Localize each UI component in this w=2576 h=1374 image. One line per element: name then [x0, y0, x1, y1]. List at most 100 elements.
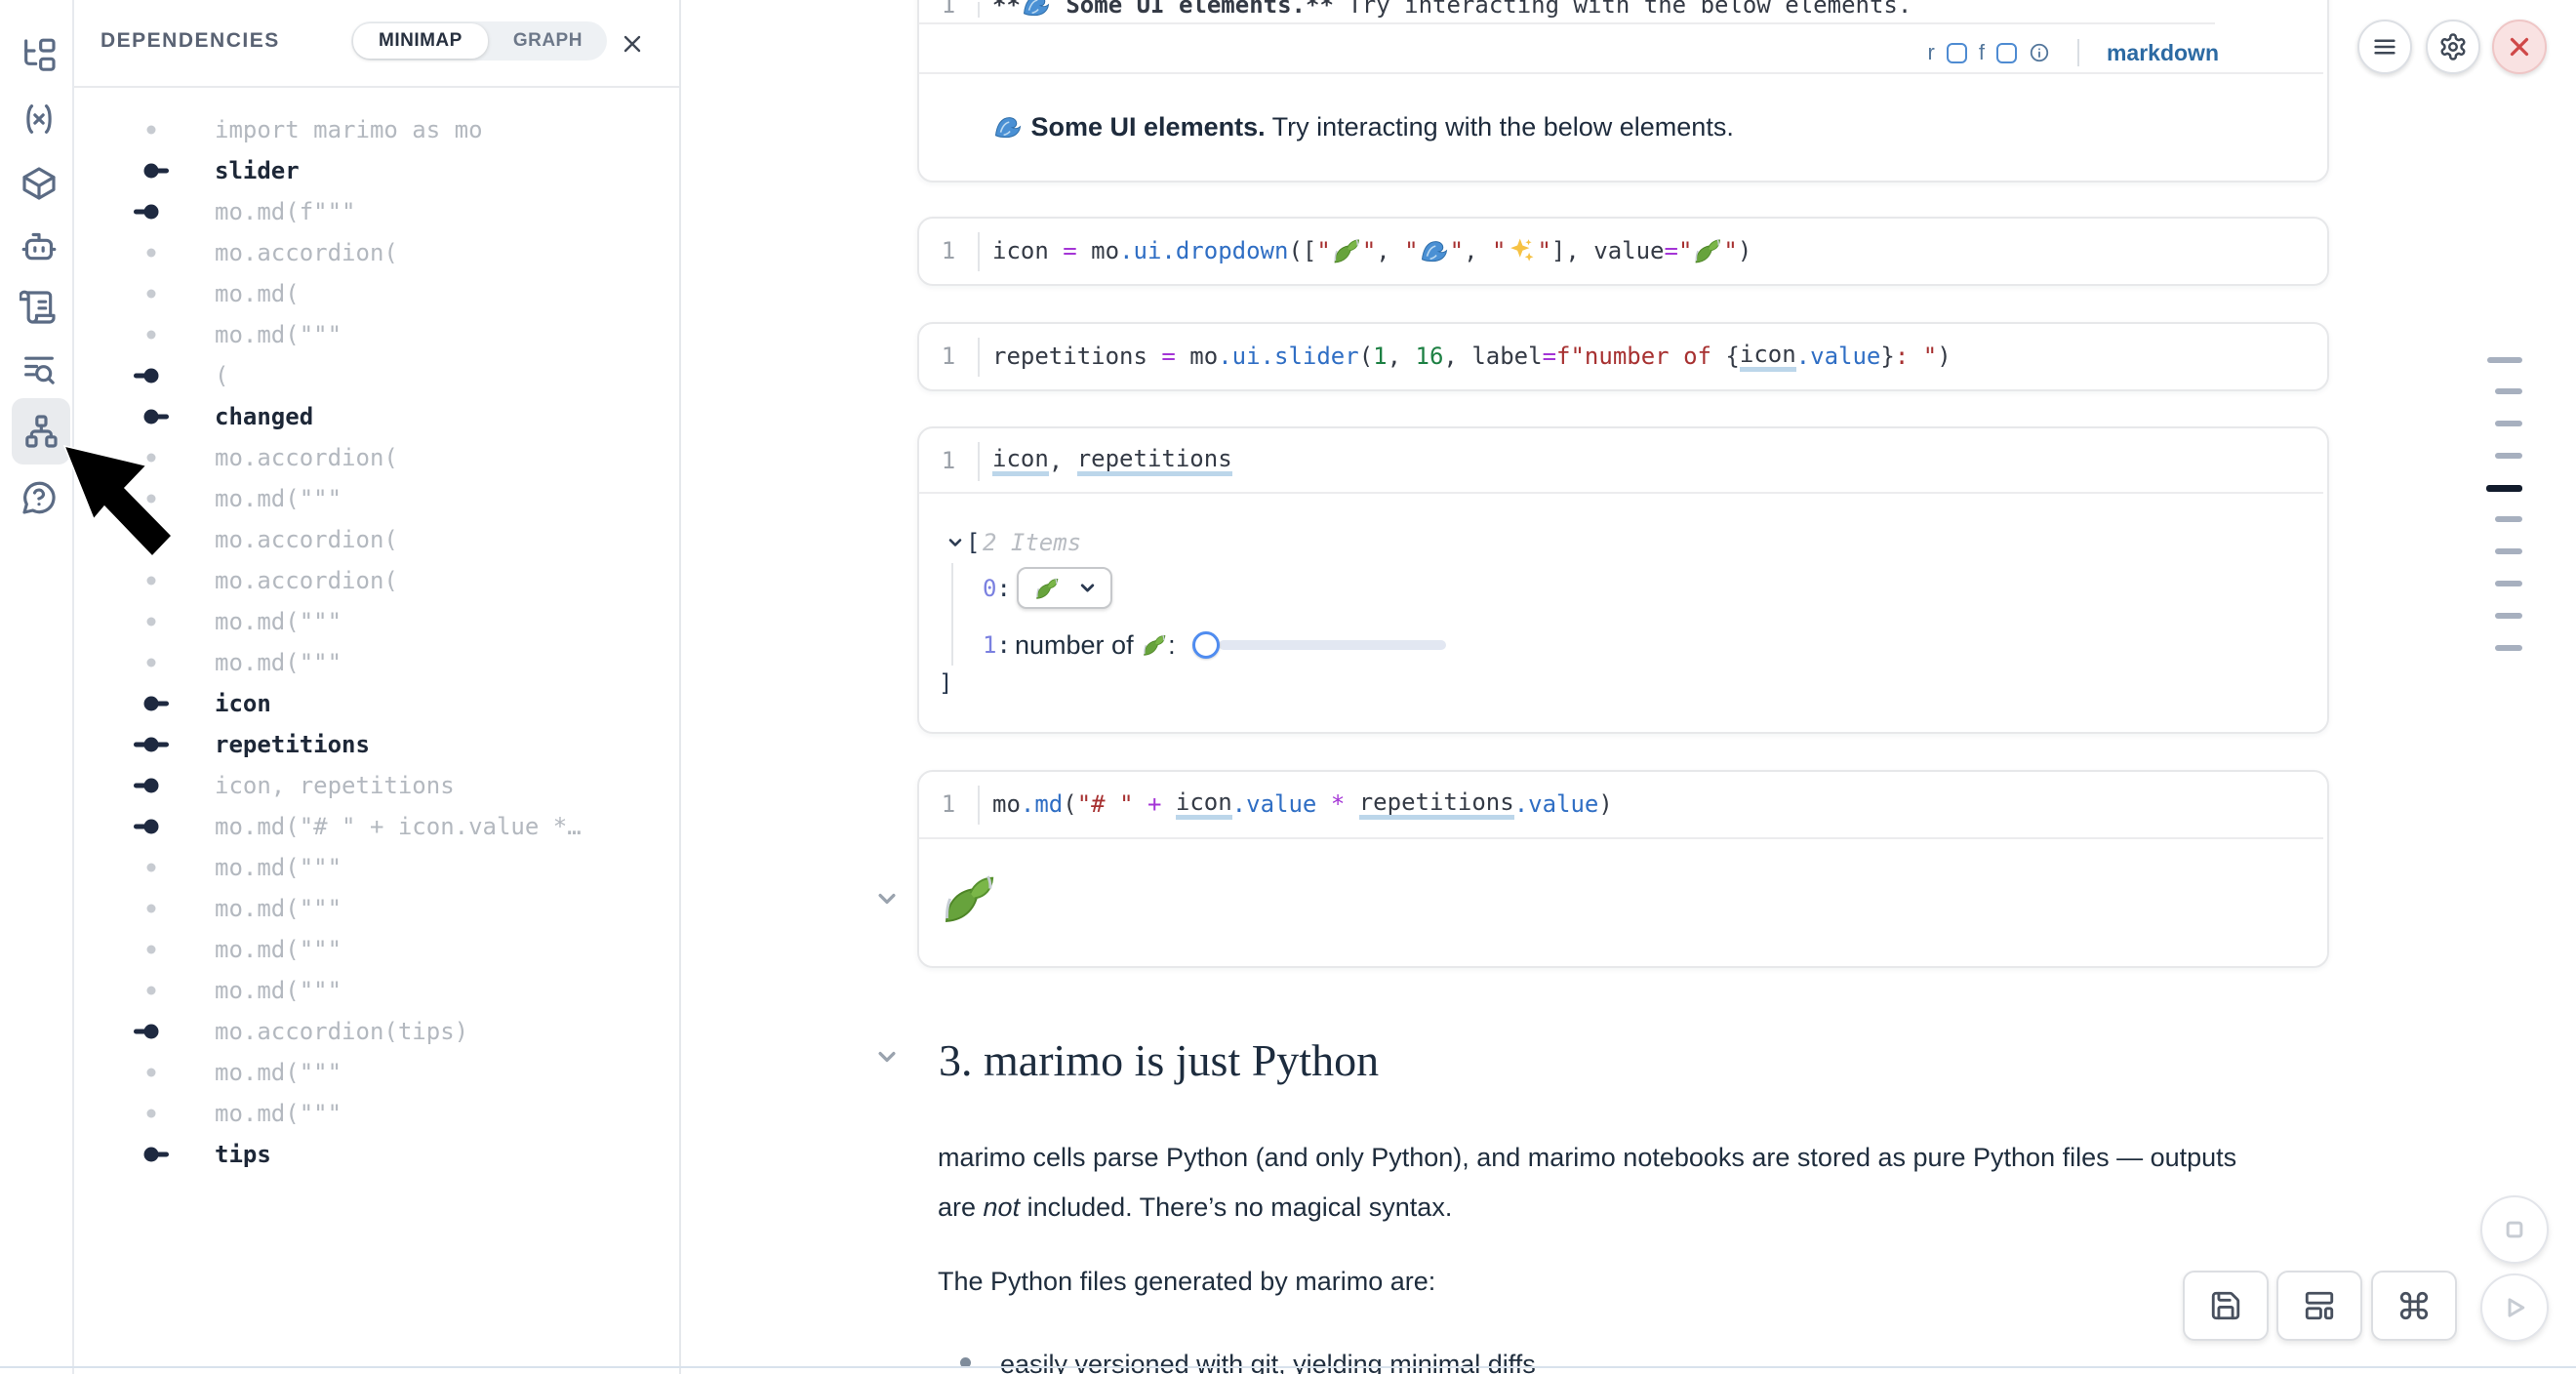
dependency-item[interactable]: mo.accordion(tips) [74, 1011, 679, 1052]
line-number: 1 [919, 337, 978, 376]
layout-button[interactable] [2276, 1271, 2362, 1341]
package-icon [20, 164, 59, 203]
editor-divider [919, 22, 2215, 24]
stop-icon [2500, 1215, 2529, 1244]
cell-code-dropdown: 1 icon = mo.ui.dropdown(["", "", ""], va… [917, 217, 2329, 286]
dependency-item[interactable]: slider [74, 150, 679, 191]
minimap-cell-dash[interactable] [2495, 548, 2522, 554]
minimap-cell-dash[interactable] [2486, 485, 2522, 492]
dependency-item[interactable]: changed [74, 396, 679, 437]
dependency-item[interactable]: import marimo as mo [74, 109, 679, 150]
use-marker-icon [130, 368, 173, 384]
section-heading: 3. marimo is just Python [939, 1032, 1379, 1087]
paragraph-line: are not included. There’s no magical syn… [938, 1188, 1452, 1227]
dot-marker-icon [130, 614, 173, 629]
tree-guide-line [951, 563, 953, 666]
icon-dropdown[interactable] [1017, 567, 1112, 609]
leaf-icon [1332, 236, 1361, 265]
play-button[interactable] [2480, 1273, 2549, 1342]
item-1-index: 1: [983, 626, 1011, 665]
dependency-graph-icon [21, 412, 60, 451]
section-collapse-chevron-icon[interactable] [876, 1046, 898, 1068]
dependency-item[interactable]: mo.md(""" [74, 601, 679, 642]
dependency-item[interactable]: mo.md(""" [74, 847, 679, 888]
dependency-item[interactable]: mo.md(f""" [74, 191, 679, 232]
editor-output-divider [919, 492, 2323, 494]
wave-icon [1420, 236, 1449, 265]
settings-icon [2438, 32, 2468, 61]
tab-graph[interactable]: GRAPH [490, 21, 606, 61]
command-icon [2397, 1289, 2431, 1322]
settings-button[interactable] [2426, 20, 2480, 74]
dot-marker-icon [130, 327, 173, 343]
minimap-cell-dash[interactable] [2495, 453, 2522, 459]
def-marker-icon [130, 1147, 173, 1162]
dependency-item[interactable]: mo.md(""" [74, 1093, 679, 1134]
use-marker-icon [130, 204, 173, 220]
dependency-item[interactable]: icon, repetitions [74, 765, 679, 806]
minimap-graph-toggle: MINIMAPGRAPH [351, 21, 607, 61]
icon-rail [0, 0, 74, 1374]
minimap-cell-dash[interactable] [2495, 613, 2522, 619]
line-number: 1 [919, 0, 978, 24]
code-editor-line[interactable]: mo.md("# " + icon.value * repetitions.va… [992, 785, 1613, 824]
dependency-item[interactable]: icon [74, 683, 679, 724]
footer-r-checkbox[interactable] [1947, 43, 1967, 63]
stop-button[interactable] [2480, 1195, 2549, 1264]
minimap-cell-dash[interactable] [2495, 516, 2522, 522]
slider-track[interactable] [1219, 640, 1446, 650]
dependency-item[interactable]: ( [74, 355, 679, 396]
wave-icon [1022, 0, 1051, 20]
tab-minimap[interactable]: MINIMAP [353, 23, 488, 59]
footer-f-checkbox[interactable] [1996, 43, 2017, 63]
sidebar-item-package[interactable] [14, 158, 64, 209]
panel-close-button[interactable] [613, 24, 652, 63]
save-button[interactable] [2183, 1271, 2269, 1341]
sidebar-item-trace-search[interactable] [14, 344, 64, 394]
dependencies-panel: DEPENDENCIES MINIMAPGRAPH import marimo … [74, 0, 681, 1374]
command-button[interactable] [2371, 1271, 2457, 1341]
sidebar-item-scroll[interactable] [14, 282, 64, 333]
sidebar-item-ai-assistant[interactable] [14, 222, 64, 272]
dependency-item[interactable]: mo.accordion( [74, 232, 679, 273]
cell-collapse-chevron-icon[interactable] [876, 888, 898, 909]
editor-output-divider [919, 837, 2323, 839]
minimap-cell-dash[interactable] [2495, 645, 2522, 651]
minimap-cell-dash[interactable] [2487, 357, 2522, 363]
minimap-cell-dash[interactable] [2495, 581, 2522, 586]
paragraph-line: marimo cells parse Python (and only Pyth… [938, 1138, 2236, 1177]
dependency-item[interactable]: mo.md(""" [74, 970, 679, 1011]
sidebar-item-help[interactable] [14, 472, 64, 523]
code-editor-line[interactable]: icon, repetitions [992, 441, 1232, 480]
minimap-cell-dash[interactable] [2495, 388, 2522, 394]
dependency-item[interactable]: mo.md(""" [74, 1052, 679, 1093]
dependency-item[interactable]: mo.md( [74, 273, 679, 314]
close-button[interactable] [2492, 20, 2547, 74]
dependency-item[interactable]: mo.md("# " + icon.value *… [74, 806, 679, 847]
dependency-item[interactable]: mo.md(""" [74, 642, 679, 683]
gutter-separator [978, 2, 980, 18]
gutter-separator [978, 786, 980, 825]
sidebar-item-variables[interactable] [14, 94, 64, 144]
dependency-item[interactable]: repetitions [74, 724, 679, 765]
cell-language-label[interactable]: markdown [2107, 40, 2219, 66]
slider-knob[interactable] [1192, 631, 1220, 659]
wave-icon [993, 112, 1023, 141]
slider-label: number of : [1015, 626, 1176, 665]
dependency-item[interactable]: tips [74, 1134, 679, 1175]
dot-marker-icon [130, 1106, 173, 1121]
code-editor-line[interactable]: ** Some UI elements.** Try interacting w… [992, 0, 1912, 24]
code-editor-line[interactable]: repetitions = mo.ui.slider(1, 16, label=… [992, 337, 1952, 376]
dependency-item[interactable]: mo.accordion( [74, 560, 679, 601]
sidebar-item-file-tree[interactable] [14, 30, 64, 81]
dependency-item[interactable]: mo.md(""" [74, 929, 679, 970]
bullet-item: easily versioned with git, yielding mini… [1000, 1345, 1536, 1374]
dependency-item[interactable]: mo.md(""" [74, 314, 679, 355]
code-editor-line[interactable]: icon = mo.ui.dropdown(["", "", ""], valu… [992, 231, 1751, 270]
item-0-index: 0: [983, 569, 1011, 608]
minimap-cell-dash[interactable] [2495, 421, 2522, 426]
info-icon[interactable] [2029, 42, 2050, 63]
menu-button[interactable] [2357, 20, 2412, 74]
dependency-item[interactable]: mo.md(""" [74, 888, 679, 929]
collapse-chevron-icon[interactable] [947, 535, 963, 550]
